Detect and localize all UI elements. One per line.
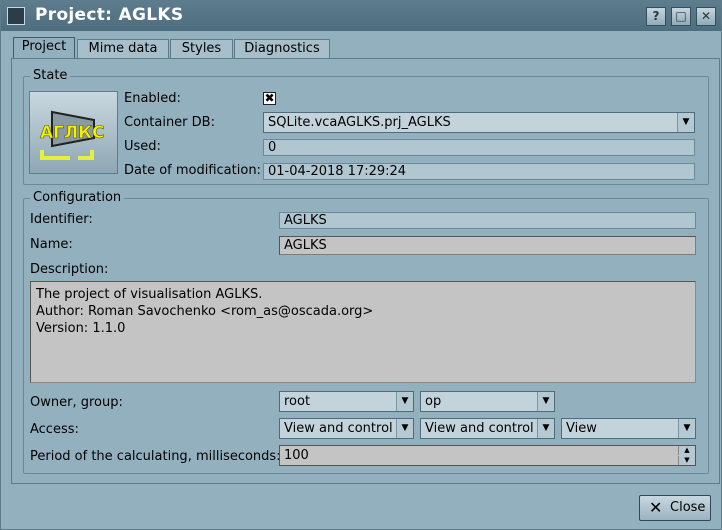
chevron-down-icon[interactable]: ▼ [537,392,554,411]
owner-group-label: Owner, group: [30,395,123,410]
logo-text: АГЛКС [40,123,104,143]
name-label: Name: [30,237,73,252]
description-line: The project of visualisation AGLKS. [36,287,263,302]
tab-mime-data[interactable]: Mime data [77,39,169,58]
configuration-group-title: Configuration [30,190,125,205]
group-select[interactable]: op ▼ [420,391,555,412]
app-icon [7,7,25,25]
logo-graphic: АГЛКС [40,110,105,160]
access-group-select[interactable]: View and control ▼ [420,418,555,439]
title-bar[interactable]: Project: AGLKS ? □ ✕ [1,1,721,31]
close-button[interactable]: ✕ Close [639,495,711,521]
period-spinbox[interactable]: 100 ▲ ▼ [279,445,696,466]
tab-project[interactable]: Project [13,37,75,59]
enabled-checkbox[interactable]: ✖ [263,92,276,105]
access-other-value: View [566,421,597,436]
description-line: Version: 1.1.0 [36,321,126,336]
modified-field: 01-04-2018 17:29:24 [263,163,695,180]
period-label: Period of the calculating, milliseconds: [30,449,281,464]
spin-down-icon[interactable]: ▼ [678,456,695,465]
maximize-icon[interactable]: □ [671,7,691,26]
state-group: State АГЛКС Enabled: ✖ Container DB: SQL… [23,68,709,185]
used-field: 0 [263,139,695,156]
owner-select[interactable]: root ▼ [279,391,414,412]
chevron-down-icon[interactable]: ▼ [396,392,413,411]
close-x-icon: ✕ [649,498,663,517]
chevron-down-icon[interactable]: ▼ [678,419,695,438]
description-line: Author: Roman Savochenko <rom_as@oscada.… [36,304,374,319]
access-other-select[interactable]: View ▼ [561,418,696,439]
owner-value: root [284,394,311,409]
used-label: Used: [124,139,161,154]
enabled-label: Enabled: [124,91,181,106]
identifier-label: Identifier: [30,212,93,227]
window-title: Project: AGLKS [35,5,184,25]
container-db-select[interactable]: SQLite.vcaAGLKS.prj_AGLKS ▼ [263,112,695,133]
close-icon[interactable]: ✕ [696,7,716,26]
spin-up-icon[interactable]: ▲ [678,446,695,455]
period-value: 100 [284,448,309,463]
access-owner-value: View and control [284,421,393,436]
container-db-label: Container DB: [124,115,215,130]
group-value: op [425,394,442,409]
chevron-down-icon[interactable]: ▼ [537,419,554,438]
access-label: Access: [30,422,79,437]
project-panel: State АГЛКС Enabled: ✖ Container DB: SQL… [11,58,720,484]
modified-label: Date of modification: [124,163,261,178]
project-logo-icon[interactable]: АГЛКС [29,91,118,174]
tab-diagnostics[interactable]: Diagnostics [234,39,330,58]
tab-styles[interactable]: Styles [170,39,233,58]
chevron-down-icon[interactable]: ▼ [396,419,413,438]
configuration-group: Configuration Identifier: AGLKS Name: AG… [23,190,709,474]
state-group-title: State [30,68,71,83]
description-label: Description: [30,262,109,277]
chevron-down-icon[interactable]: ▼ [677,113,694,132]
close-button-label: Close [670,500,706,515]
name-input[interactable]: AGLKS [279,236,696,255]
project-dialog: Project: AGLKS ? □ ✕ Project Mime data S… [0,0,722,530]
container-db-value: SQLite.vcaAGLKS.prj_AGLKS [268,115,451,130]
help-icon[interactable]: ? [646,7,666,26]
access-group-value: View and control [425,421,534,436]
identifier-field: AGLKS [279,212,696,229]
access-owner-select[interactable]: View and control ▼ [279,418,414,439]
description-textarea[interactable]: The project of visualisation AGLKS. Auth… [30,281,696,383]
